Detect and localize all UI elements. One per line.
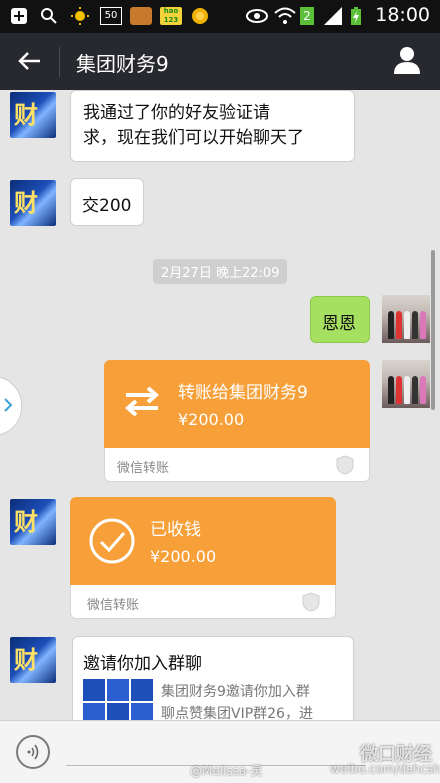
brightness-icon <box>71 7 89 25</box>
person-icon[interactable] <box>392 45 422 75</box>
contact-avatar[interactable]: 财 <box>10 180 56 226</box>
signal-icon <box>324 7 342 25</box>
message-text-line2: 求，现在我们可以开始聊天了 <box>83 128 304 148</box>
invite-title: 邀请你加入群聊 <box>83 654 202 674</box>
message-bubble[interactable]: 交200 <box>70 178 144 226</box>
transfer-footer: 微信转账 <box>70 585 336 619</box>
battery-50-icon: 50 <box>100 7 122 25</box>
transfer-card-sent[interactable]: 转账给集团财务9 ¥200.00 <box>104 360 370 448</box>
coin-icon <box>192 8 208 24</box>
transfer-card-received[interactable]: 已收钱 ¥200.00 <box>70 497 336 585</box>
invite-desc-line2: 聊点赞集团VIP群26，进 <box>161 706 313 720</box>
charging-battery-icon <box>351 7 361 25</box>
header-divider <box>59 47 60 77</box>
watermark-weibo: @Melissa-灵 <box>190 764 263 778</box>
chat-title: 集团财务9 <box>76 52 169 76</box>
timestamp: 2月27日 晚上22:09 <box>153 259 288 284</box>
shield-icon <box>336 455 354 475</box>
chat-header: 集团财务9 <box>0 33 440 90</box>
hao123-icon: hao 123 <box>160 7 182 25</box>
voice-button[interactable] <box>16 735 50 769</box>
group-invite-card[interactable]: 邀请你加入群聊 集团财务9邀请你加入群 聊点赞集团VIP群26，进 <box>72 636 354 720</box>
my-avatar[interactable] <box>382 360 430 408</box>
transfer-amount: ¥200.00 <box>150 547 217 566</box>
message-text: 交200 <box>82 196 132 216</box>
message-text: 恩恩 <box>322 314 356 334</box>
watermark-url: weibo.com/dshcsh <box>330 762 440 776</box>
transfer-footer-label: 微信转账 <box>117 461 170 476</box>
sim-2-icon: 2 <box>300 7 314 25</box>
back-arrow-icon[interactable] <box>16 47 44 75</box>
scrollbar[interactable] <box>431 250 435 410</box>
status-bar: 50 hao 123 2 18:00 <box>0 0 440 33</box>
status-time: 18:00 <box>375 4 430 26</box>
chat-messages[interactable]: 财 我通过了你的好友验证请 求，现在我们可以开始聊天了 财 交200 2月27日… <box>0 90 440 720</box>
voice-icon <box>27 744 39 760</box>
my-avatar[interactable] <box>382 295 430 343</box>
transfer-arrows-icon <box>124 386 160 416</box>
invite-desc-line1: 集团财务9邀请你加入群 <box>161 684 310 700</box>
eye-icon <box>246 9 268 23</box>
transfer-title: 转账给集团财务9 <box>178 383 308 403</box>
contact-avatar[interactable]: 财 <box>10 92 56 138</box>
message-text-line1: 我通过了你的好友验证请 <box>83 103 270 123</box>
transfer-title: 已收钱 <box>150 520 201 540</box>
my-message-bubble[interactable]: 恩恩 <box>310 296 370 343</box>
transfer-footer: 微信转账 <box>104 448 370 482</box>
wifi-icon <box>274 7 296 24</box>
chevron-right-icon <box>4 398 13 412</box>
search-icon <box>41 8 57 24</box>
add-icon <box>11 8 27 24</box>
message-bubble[interactable]: 我通过了你的好友验证请 求，现在我们可以开始聊天了 <box>70 90 355 162</box>
contact-avatar[interactable]: 财 <box>10 637 56 683</box>
check-circle-icon <box>89 518 135 564</box>
game-icon <box>130 7 152 25</box>
shield-icon <box>302 592 320 612</box>
transfer-amount: ¥200.00 <box>178 410 245 429</box>
group-avatar-grid <box>83 679 153 720</box>
transfer-footer-label: 微信转账 <box>87 598 140 613</box>
contact-avatar[interactable]: 财 <box>10 499 56 545</box>
